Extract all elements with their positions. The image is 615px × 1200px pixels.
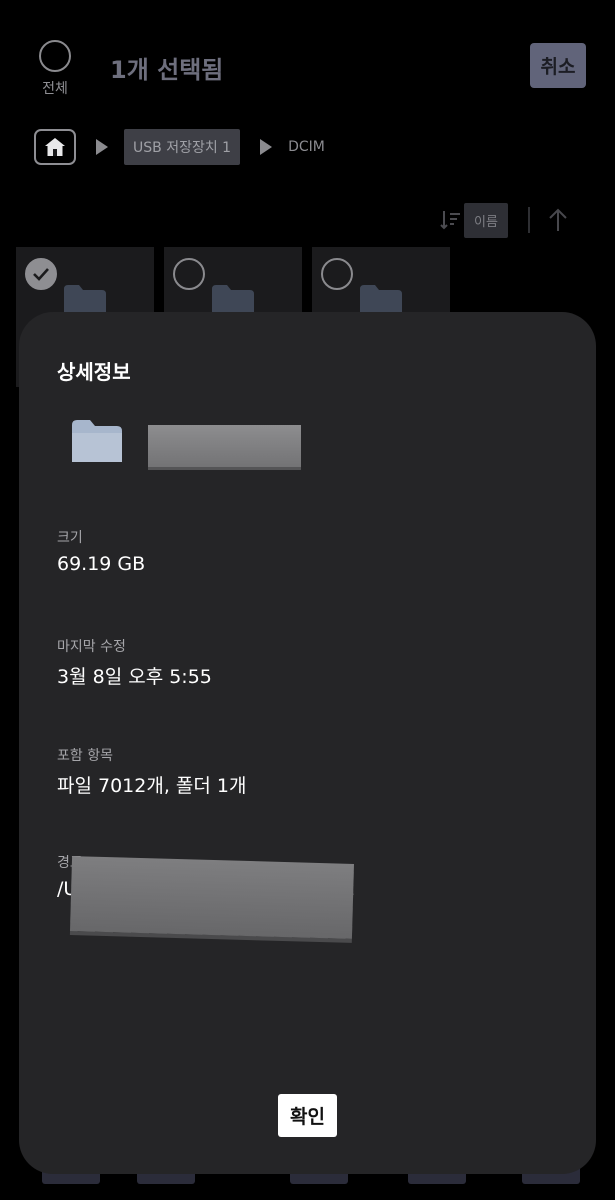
- redacted-path: [70, 856, 354, 939]
- size-label: 크기: [57, 530, 83, 546]
- breadcrumb-arrow-icon: [260, 139, 273, 155]
- dialog-title: 상세정보: [57, 360, 131, 384]
- breadcrumb-arrow-icon: [96, 139, 108, 155]
- ok-button[interactable]: 확인: [278, 1094, 337, 1137]
- home-icon: [45, 138, 65, 156]
- breadcrumb-item-usb[interactable]: USB 저장장치 1: [124, 129, 241, 165]
- size-value: 69.19 GB: [57, 553, 146, 575]
- sort-by-name-button[interactable]: 이름: [464, 202, 508, 238]
- checked-circle-icon[interactable]: [25, 258, 57, 290]
- selection-count-title: 1개 선택됨: [110, 56, 224, 84]
- select-all-label: 전체: [42, 81, 68, 97]
- unchecked-circle-icon[interactable]: [173, 258, 205, 290]
- redacted-folder-name: [148, 425, 301, 467]
- breadcrumb-item-dcim[interactable]: DCIM: [288, 139, 325, 155]
- screen: 전체 1개 선택됨 취소 USB 저장장치 1 DCIM 이름 상세정보 크기 …: [0, 0, 615, 1200]
- breadcrumb: USB 저장장치 1 DCIM: [34, 128, 325, 166]
- arrow-up-icon[interactable]: [548, 208, 568, 232]
- unchecked-circle-icon[interactable]: [321, 258, 353, 290]
- contents-value: 파일 7012개, 폴더 1개: [57, 775, 247, 797]
- sort-bar: 이름: [440, 202, 568, 238]
- contents-label: 포함 항목: [57, 748, 113, 764]
- sort-order-icon[interactable]: [440, 209, 462, 231]
- details-dialog: 상세정보 크기 69.19 GB 마지막 수정 3월 8일 오후 5:55 포함…: [19, 312, 596, 1174]
- home-button[interactable]: [34, 129, 76, 165]
- select-all-checkbox[interactable]: 전체: [38, 40, 72, 98]
- modified-value: 3월 8일 오후 5:55: [57, 666, 212, 688]
- cancel-button[interactable]: 취소: [530, 43, 586, 88]
- folder-icon: [72, 420, 122, 462]
- modified-label: 마지막 수정: [57, 639, 126, 655]
- select-all-circle-icon: [39, 40, 71, 72]
- sort-divider: [527, 207, 530, 233]
